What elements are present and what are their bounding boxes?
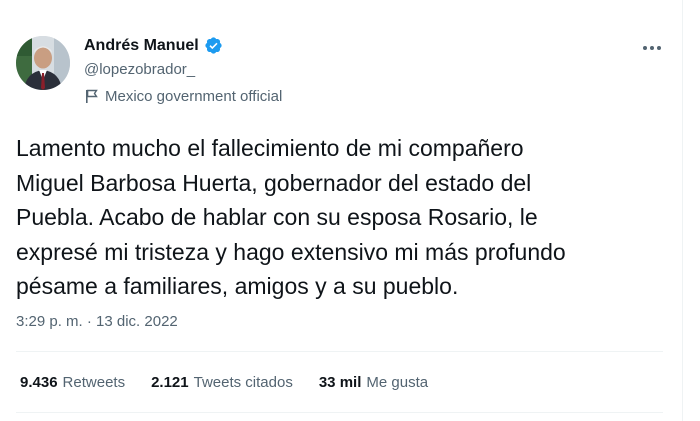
quote-tweets-label: Tweets citados [193,374,293,391]
retweets-label: Retweets [62,374,126,391]
more-options-icon[interactable] [640,38,664,58]
author-name[interactable]: Andrés Manuel [84,37,199,55]
engagement-stats: 9.436 Retweets 2.121 Tweets citados 33 m… [20,374,428,391]
likes-label: Me gusta [366,374,429,391]
quote-tweets-stat[interactable]: 2.121 Tweets citados [151,374,293,391]
tweet-timestamp[interactable]: 3:29 p. m. · 13 dic. 2022 [16,313,178,330]
quote-tweets-count: 2.121 [151,374,189,391]
verified-badge-icon [204,36,223,55]
avatar[interactable] [16,36,70,90]
retweets-stat[interactable]: 9.436 Retweets [20,374,125,391]
government-label-text: Mexico government official [105,88,283,105]
flag-icon [84,89,99,104]
author-handle[interactable]: @lopezobrador_ [84,61,195,78]
divider [16,351,663,352]
likes-count: 33 mil [318,374,362,391]
government-label[interactable]: Mexico government official [84,88,282,105]
tweet-text: Lamento mucho el fallecimiento de mi com… [16,135,566,299]
avatar-image [16,36,70,90]
tweet-card: Andrés Manuel @lopezobrador_ Mexico gove… [0,0,683,421]
retweets-count: 9.436 [20,374,58,391]
likes-stat[interactable]: 33 mil Me gusta [319,374,428,391]
author-name-row[interactable]: Andrés Manuel [84,36,223,55]
divider [16,412,663,413]
